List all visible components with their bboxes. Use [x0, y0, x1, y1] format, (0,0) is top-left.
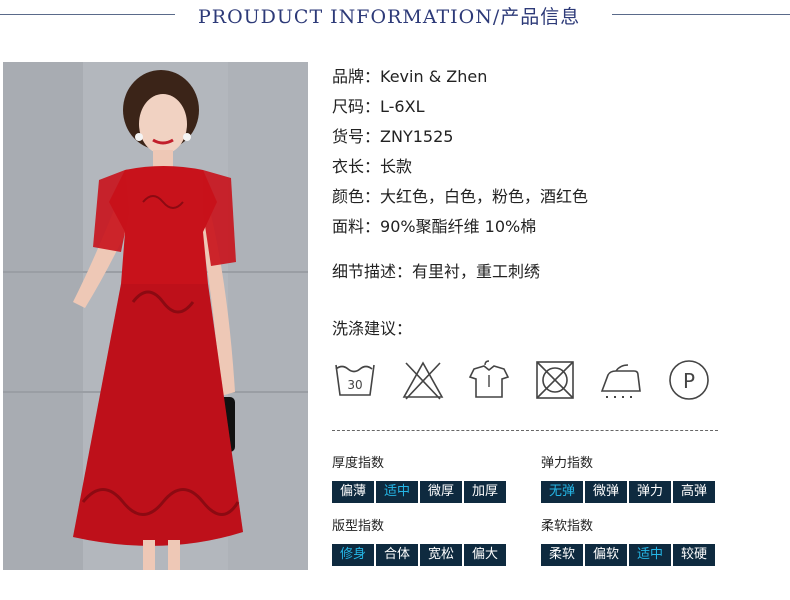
thickness-index: 厚度指数 偏薄 适中 微厚 加厚 — [332, 455, 522, 503]
spec-value: Kevin & Zhen — [380, 67, 488, 86]
care-icon-row: 30 P — [332, 357, 722, 411]
spec-value: 90%聚酯纤维 10%棉 — [380, 217, 537, 236]
spec-brand: 品牌：Kevin & Zhen — [332, 62, 772, 92]
detail-label: 细节描述： — [332, 262, 413, 281]
wash-temp-text: 30 — [347, 378, 362, 392]
spec-value: L-6XL — [380, 97, 425, 116]
index-option: 加厚 — [464, 481, 506, 503]
softness-index: 柔软指数 柔软 偏软 适中 较硬 — [541, 518, 731, 566]
index-option: 宽松 — [420, 544, 462, 566]
elasticity-index: 弹力指数 无弹 微弹 弹力 高弹 — [541, 455, 731, 503]
index-option-selected: 适中 — [376, 481, 418, 503]
no-tumble-dry-icon — [536, 361, 574, 399]
spec-label: 衣长： — [332, 157, 381, 176]
index-option-selected: 无弹 — [541, 481, 583, 503]
spec-label: 货号： — [332, 127, 381, 146]
spec-value: ZNY1525 — [380, 127, 454, 146]
spec-value: 长款 — [380, 157, 413, 176]
index-option: 柔软 — [541, 544, 583, 566]
index-option: 偏大 — [464, 544, 506, 566]
index-option: 偏软 — [585, 544, 627, 566]
spec-label: 颜色： — [332, 187, 381, 206]
index-option: 微厚 — [420, 481, 462, 503]
fit-index: 版型指数 修身 合体 宽松 偏大 — [332, 518, 522, 566]
index-option: 高弹 — [673, 481, 715, 503]
index-title: 柔软指数 — [541, 519, 594, 534]
index-option: 较硬 — [673, 544, 715, 566]
index-option: 弹力 — [629, 481, 671, 503]
spec-fabric: 面料：90%聚酯纤维 10%棉 — [332, 212, 772, 242]
spec-label: 尺码： — [332, 97, 381, 116]
dry-clean-p-icon: P — [669, 360, 709, 400]
section-header: PROUDUCT INFORMATION/产品信息 — [0, 0, 790, 32]
spec-colors: 颜色：大红色，白色，粉色，酒红色 — [332, 182, 772, 212]
divider — [332, 430, 718, 431]
section-title: PROUDUCT INFORMATION/产品信息 — [198, 6, 581, 28]
index-title: 弹力指数 — [541, 456, 594, 471]
index-option: 微弹 — [585, 481, 627, 503]
index-options: 柔软 偏软 适中 较硬 — [541, 544, 731, 566]
index-options: 无弹 微弹 弹力 高弹 — [541, 481, 731, 503]
iron-icon — [600, 364, 641, 398]
wash-30-icon: 30 — [335, 364, 375, 396]
product-photo — [3, 62, 308, 570]
care-title: 洗涤建议： — [332, 319, 413, 338]
index-options: 修身 合体 宽松 偏大 — [332, 544, 522, 566]
spec-item-number: 货号：ZNY1525 — [332, 122, 772, 152]
spec-size: 尺码：L-6XL — [332, 92, 772, 122]
spec-label: 品牌： — [332, 67, 381, 86]
spec-length: 衣长：长款 — [332, 152, 772, 182]
index-option-selected: 适中 — [629, 544, 671, 566]
index-options: 偏薄 适中 微厚 加厚 — [332, 481, 522, 503]
spec-list: 品牌：Kevin & Zhen 尺码：L-6XL 货号：ZNY1525 衣长：长… — [332, 62, 772, 242]
index-title: 版型指数 — [332, 519, 385, 534]
dry-clean-letter: P — [683, 369, 695, 393]
no-bleach-icon — [402, 361, 444, 400]
index-option: 偏薄 — [332, 481, 374, 503]
index-option: 合体 — [376, 544, 418, 566]
detail-description: 细节描述：有里衬，重工刺绣 — [332, 258, 540, 286]
index-option-selected: 修身 — [332, 544, 374, 566]
header-rule-right — [612, 14, 790, 15]
header-rule-left — [0, 14, 175, 15]
detail-value: 有里衬，重工刺绣 — [412, 262, 541, 281]
spec-label: 面料： — [332, 217, 381, 236]
index-title: 厚度指数 — [332, 456, 385, 471]
hang-dry-icon — [468, 360, 510, 398]
spec-value: 大红色，白色，粉色，酒红色 — [380, 187, 589, 206]
